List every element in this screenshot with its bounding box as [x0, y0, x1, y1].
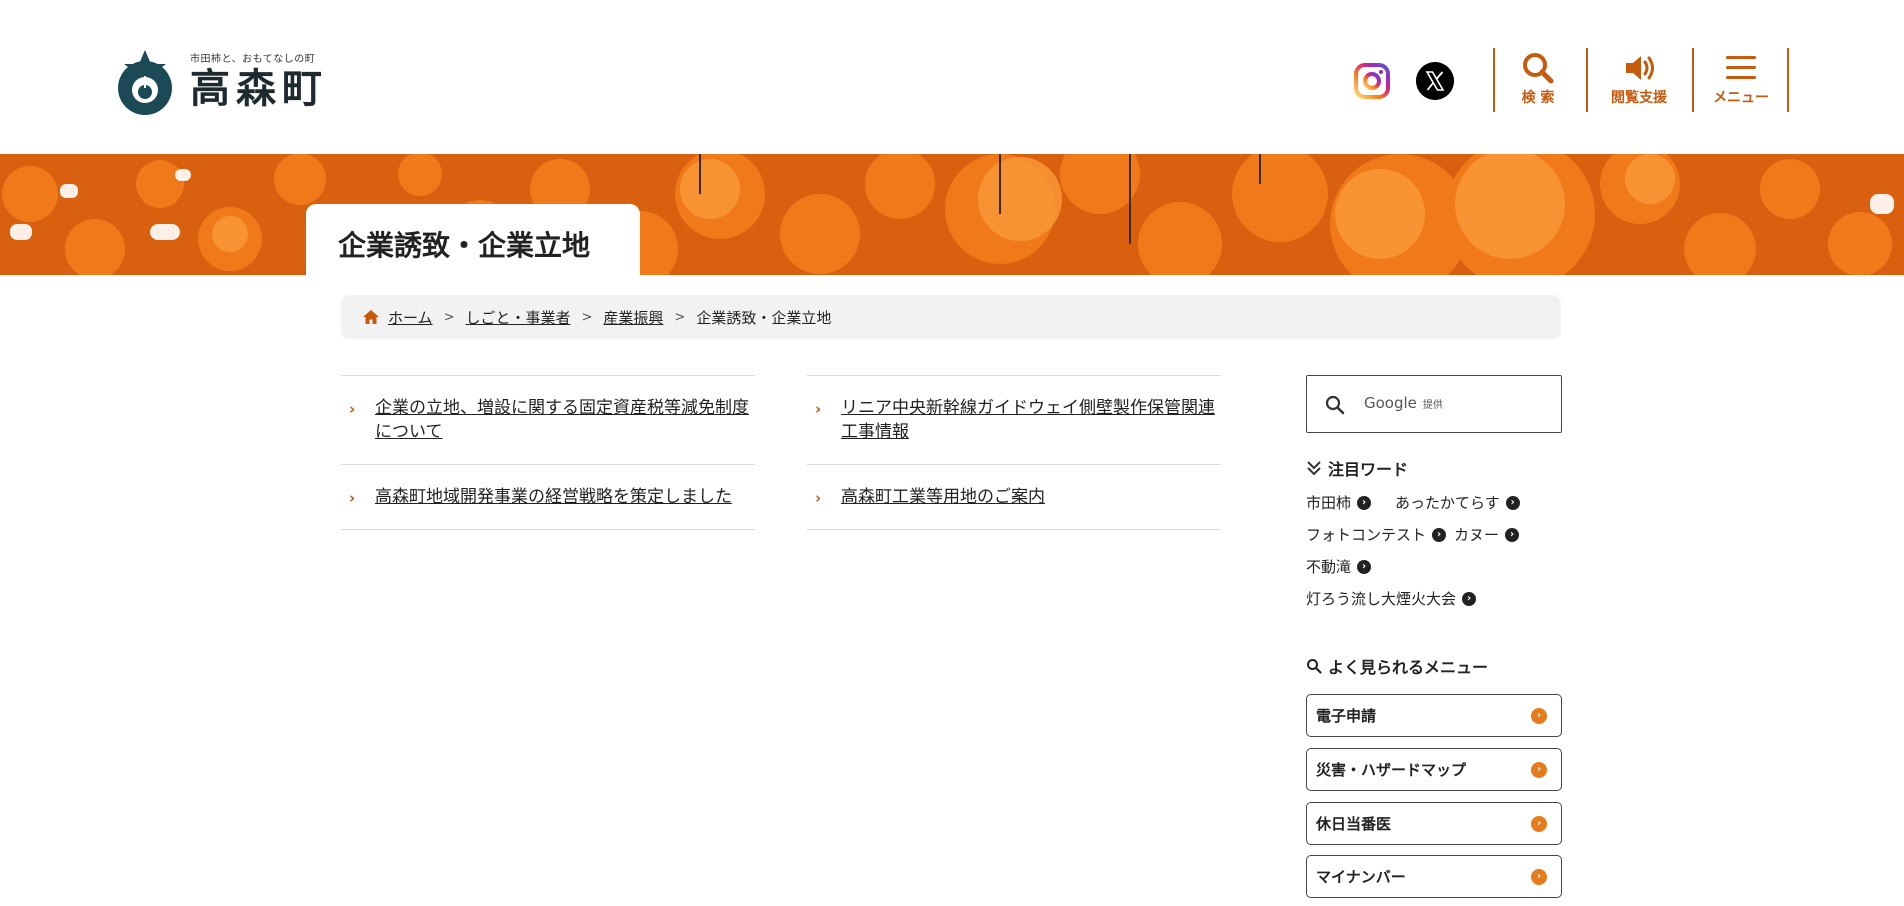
double-chevron-down-icon — [1307, 461, 1321, 476]
keyword-link[interactable]: 市田柿 › — [1306, 492, 1372, 513]
site-header: 市田柿と、おもてなしの町 高森町 検 索 閲覧支援 メニュー — [0, 0, 1904, 154]
link-industrial-land[interactable]: 高森町工業等用地のご案内 — [841, 487, 1045, 507]
home-icon — [363, 310, 379, 324]
menu-button-label: メニュー — [1713, 90, 1769, 106]
breadcrumb-current: 企業誘致・企業立地 — [696, 308, 832, 327]
x-icon[interactable] — [1416, 62, 1454, 100]
breadcrumb-business[interactable]: しごと・事業者 — [465, 307, 570, 328]
site-search-input[interactable]: Google 提供 — [1306, 375, 1562, 433]
list-item: › 高森町工業等用地のご案内 — [807, 464, 1221, 530]
popular-menu-holiday-doctor[interactable]: 休日当番医 › — [1306, 802, 1562, 845]
link-tax-exemption[interactable]: 企業の立地、増設に関する固定資産税等減免制度について — [375, 398, 749, 442]
search-button[interactable]: 検 索 — [1503, 48, 1573, 112]
header-divider — [1586, 48, 1588, 112]
hero-banner — [0, 154, 1904, 275]
breadcrumb-separator: > — [674, 309, 686, 325]
logo-name: 高森町 — [190, 66, 328, 112]
accessibility-button-label: 閲覧支援 — [1611, 90, 1667, 106]
keyword-link[interactable]: 不動滝 › — [1306, 556, 1372, 577]
link-list-left: › 企業の立地、増設に関する固定資産税等減免制度について › 高森町地域開発事業… — [341, 375, 755, 530]
chevron-right-icon: › — [815, 489, 822, 507]
breadcrumb: ホーム > しごと・事業者 > 産業振興 > 企業誘致・企業立地 — [341, 295, 1561, 339]
popular-menu-e-application[interactable]: 電子申請 › — [1306, 694, 1562, 737]
breadcrumb-separator: > — [443, 309, 455, 325]
page-title: 企業誘致・企業立地 — [338, 229, 591, 262]
link-linear-construction[interactable]: リニア中央新幹線ガイドウェイ側壁製作保管関連工事情報 — [841, 398, 1215, 442]
search-button-label: 検 索 — [1521, 90, 1555, 106]
arrow-right-icon: › — [1531, 869, 1547, 885]
link-list-right: › リニア中央新幹線ガイドウェイ側壁製作保管関連工事情報 › 高森町工業等用地の… — [807, 375, 1221, 530]
popular-menu-my-number[interactable]: マイナンバー › — [1306, 855, 1562, 898]
chevron-right-icon: › — [349, 489, 356, 507]
page-title-tab: 企業誘致・企業立地 — [306, 204, 640, 276]
search-icon — [1523, 53, 1554, 84]
arrow-right-icon: › — [1531, 762, 1547, 778]
breadcrumb-industry[interactable]: 産業振興 — [603, 307, 663, 328]
arrow-right-icon: › — [1432, 527, 1447, 542]
popular-menu-heading: よく見られるメニュー — [1306, 654, 1488, 678]
arrow-right-icon: › — [1505, 527, 1520, 542]
link-management-strategy[interactable]: 高森町地域開発事業の経営戦略を策定しました — [375, 487, 732, 507]
keyword-link[interactable]: カヌー › — [1454, 524, 1520, 545]
search-icon — [1325, 395, 1345, 415]
featured-keywords-heading: 注目ワード — [1306, 456, 1408, 480]
header-divider — [1692, 48, 1694, 112]
popular-menu-hazard-map[interactable]: 災害・ハザードマップ › — [1306, 748, 1562, 791]
arrow-right-icon: › — [1505, 495, 1520, 510]
site-logo[interactable]: 市田柿と、おもてなしの町 高森町 — [113, 48, 333, 118]
persimmon-banner-image — [0, 154, 1904, 275]
keyword-link[interactable]: 灯ろう流し大煙火大会 › — [1306, 588, 1477, 609]
arrow-right-icon: › — [1357, 559, 1372, 574]
breadcrumb-separator: > — [581, 309, 593, 325]
town-emblem-icon — [118, 50, 172, 115]
menu-button[interactable]: メニュー — [1703, 48, 1779, 112]
search-placeholder: Google 提供 — [1364, 394, 1443, 412]
arrow-right-icon: › — [1531, 708, 1547, 724]
hamburger-icon — [1726, 56, 1756, 79]
search-icon — [1307, 659, 1322, 674]
logo-tagline: 市田柿と、おもてなしの町 — [190, 54, 316, 65]
header-divider — [1493, 48, 1495, 112]
keyword-link[interactable]: あったかてらす › — [1395, 492, 1520, 513]
list-item: › 企業の立地、増設に関する固定資産税等減免制度について — [341, 375, 755, 464]
header-divider — [1787, 48, 1789, 112]
instagram-icon[interactable] — [1353, 62, 1391, 100]
chevron-right-icon: › — [815, 400, 822, 418]
list-item: › リニア中央新幹線ガイドウェイ側壁製作保管関連工事情報 — [807, 375, 1221, 464]
arrow-right-icon: › — [1357, 495, 1372, 510]
arrow-right-icon: › — [1462, 591, 1477, 606]
chevron-right-icon: › — [349, 400, 356, 418]
list-item: › 高森町地域開発事業の経営戦略を策定しました — [341, 464, 755, 530]
speaker-icon — [1626, 56, 1654, 80]
accessibility-button[interactable]: 閲覧支援 — [1598, 48, 1680, 112]
keyword-link[interactable]: フォトコンテスト › — [1306, 524, 1447, 545]
arrow-right-icon: › — [1531, 816, 1547, 832]
breadcrumb-home[interactable]: ホーム — [388, 307, 433, 328]
